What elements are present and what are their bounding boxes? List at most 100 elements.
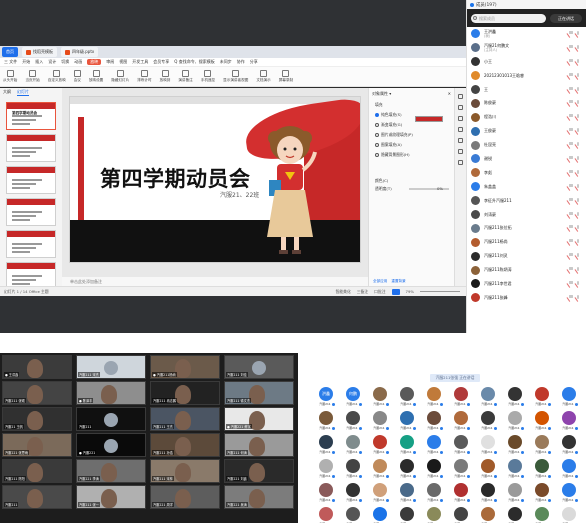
participant-row[interactable]: 汽服211张位拓: [467, 221, 586, 235]
style-icon[interactable]: [458, 105, 463, 110]
participant-row[interactable]: 汽服21何鹏文 (主持人): [467, 41, 586, 55]
mic-muted-icon[interactable]: [576, 128, 580, 134]
camera-off-icon[interactable]: [568, 225, 573, 231]
video-tile[interactable]: 汽服211 陈阳: [2, 459, 72, 483]
video-tile[interactable]: 汽服221 张思雨: [2, 433, 72, 457]
mic-muted-icon[interactable]: [576, 72, 580, 79]
gallery-participant[interactable]: 汽服211: [343, 411, 363, 434]
gallery-participant[interactable]: 汽服211: [505, 483, 525, 506]
ribbon-button[interactable]: 从头开始: [3, 70, 17, 83]
menu-item[interactable]: 视图: [119, 59, 127, 65]
video-tile[interactable]: 汽服21 王帆: [2, 407, 72, 431]
participant-row[interactable]: 王俊豪: [467, 124, 586, 138]
menu-item[interactable]: Q 查找命令、搜索模板: [174, 59, 214, 65]
close-icon[interactable]: ✕: [448, 91, 451, 97]
video-tile[interactable]: 汽服211 冉志鹏: [150, 381, 220, 405]
mic-muted-icon[interactable]: [576, 267, 580, 273]
participant-row[interactable]: 李彪: [467, 166, 586, 180]
menu-item[interactable]: 审阅: [106, 59, 114, 65]
mic-muted-icon[interactable]: [576, 197, 580, 204]
gallery-participant[interactable]: 汽服211: [532, 435, 552, 458]
participant-row[interactable]: 汽服211陈炳涛: [467, 263, 586, 277]
camera-off-icon[interactable]: [568, 114, 573, 120]
video-tile[interactable]: 汽服211 何涛: [224, 433, 294, 457]
ribbon-button[interactable]: 放映到: [160, 70, 170, 83]
mic-muted-icon[interactable]: [576, 169, 580, 176]
video-tile[interactable]: 汽服211 孙浩: [150, 433, 220, 457]
ribbon-button[interactable]: 自定义放映: [48, 70, 66, 83]
gallery-participant[interactable]: 汽服211: [451, 483, 471, 506]
participant-row[interactable]: 李征升汽服211: [467, 194, 586, 208]
fill-option[interactable]: 隐藏背景图形(H): [369, 150, 454, 160]
camera-off-icon[interactable]: [568, 156, 573, 162]
gallery-participant[interactable]: 何鹏 汽服211: [343, 387, 363, 410]
gallery-participant[interactable]: 汽服211: [370, 483, 390, 506]
gallery-participant[interactable]: 汽服211: [559, 459, 579, 482]
gallery-participant[interactable]: 汽服211: [424, 459, 444, 482]
notes-toggle-button[interactable]: 三备注: [357, 289, 368, 295]
ribbon-button[interactable]: 文档演示: [256, 70, 271, 83]
gallery-participant[interactable]: 汽服211: [397, 483, 417, 506]
gallery-participant[interactable]: 汽服211: [397, 507, 417, 523]
participant-row[interactable]: 朱盖盖: [467, 180, 586, 194]
gallery-participant[interactable]: 汽服211: [478, 507, 498, 523]
backup-icon[interactable]: [458, 138, 463, 143]
participant-row[interactable]: 谢锐: [467, 152, 586, 166]
radio-button[interactable]: [375, 143, 379, 147]
ribbon-button[interactable]: 当页开始: [25, 70, 40, 83]
mic-muted-icon[interactable]: [576, 183, 580, 190]
participant-row[interactable]: 汽服211李世君: [467, 277, 586, 291]
select-icon[interactable]: [458, 94, 463, 99]
gallery-participant[interactable]: 汽服211: [316, 459, 336, 482]
reset-background-button[interactable]: 重置背景: [391, 279, 405, 284]
mic-muted-icon[interactable]: [576, 156, 580, 162]
radio-button[interactable]: [375, 133, 379, 137]
video-tile[interactable]: 汽服211 宋林: [150, 459, 220, 483]
gallery-participant[interactable]: 汽服211: [370, 507, 390, 523]
ribbon-button[interactable]: 会议: [74, 70, 81, 83]
slide-title[interactable]: 第四学期动员会: [100, 163, 251, 193]
video-tile[interactable]: 汽服211 张硕: [2, 381, 72, 405]
video-tile[interactable]: 汽服221 刘鑫: [224, 459, 294, 483]
video-tile[interactable]: 汽服211: [76, 407, 146, 431]
video-tile[interactable]: ● 王洪鑫: [2, 355, 72, 379]
mic-muted-icon[interactable]: [576, 100, 580, 106]
share-icon[interactable]: [458, 149, 463, 154]
camera-off-icon[interactable]: [568, 31, 573, 37]
gallery-participant[interactable]: 汽服211: [451, 387, 471, 410]
ribbon-button[interactable]: 演讲备注: [178, 70, 193, 83]
gallery-participant[interactable]: 汽服211: [370, 387, 390, 410]
mic-muted-icon[interactable]: [576, 211, 580, 218]
gallery-participant[interactable]: 汽服211: [505, 435, 525, 458]
slide-thumbnail[interactable]: 2: [6, 134, 56, 162]
gallery-participant[interactable]: 汽服211: [451, 435, 471, 458]
video-tile[interactable]: 汽服211 刘佳: [224, 355, 294, 379]
gallery-participant[interactable]: 汽服211: [559, 507, 579, 523]
video-tile[interactable]: 汽服211 张一: [76, 485, 146, 509]
mic-muted-icon[interactable]: [576, 44, 580, 51]
menu-item[interactable]: 开始: [22, 59, 30, 65]
video-tile[interactable]: 汽服211: [2, 485, 72, 509]
menu-item[interactable]: 开发工具: [132, 59, 148, 65]
gallery-participant[interactable]: 汽服211: [316, 507, 336, 523]
gallery-participant[interactable]: 汽服211: [397, 387, 417, 410]
radio-button[interactable]: [375, 153, 379, 157]
help-icon[interactable]: [458, 160, 463, 165]
mic-muted-icon[interactable]: [576, 58, 580, 65]
zoom-level[interactable]: 79%: [406, 289, 414, 294]
ribbon-button[interactable]: 放映设置: [89, 70, 103, 83]
zoom-slider[interactable]: [420, 290, 460, 293]
fill-color-swatch[interactable]: [415, 116, 443, 122]
gallery-participant[interactable]: 汽服211: [559, 483, 579, 506]
slide-thumbnail[interactable]: 5: [6, 230, 56, 258]
ribbon-button[interactable]: 显示演讲者视图: [223, 70, 248, 83]
slide-thumbnail[interactable]: 3: [6, 166, 56, 194]
participant-row[interactable]: 王洪鑫 (我): [467, 27, 586, 41]
speaking-filter-button[interactable]: 正在讲话: [550, 13, 582, 23]
document-tab[interactable]: 首页: [2, 47, 18, 57]
fill-option[interactable]: 图片或纹理填充(P): [369, 130, 454, 140]
menu-item[interactable]: 协作: [237, 59, 245, 65]
gallery-participant[interactable]: 汽服211: [532, 483, 552, 506]
slide-subtitle[interactable]: 汽服21、22班: [220, 190, 259, 199]
mic-muted-icon[interactable]: [576, 225, 580, 231]
